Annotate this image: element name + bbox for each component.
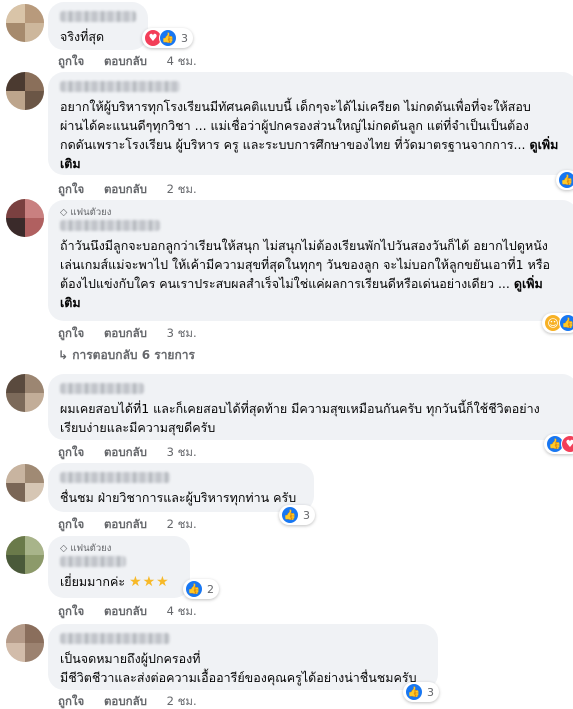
reply-button[interactable]: ตอบกลับ: [104, 444, 147, 460]
like-button[interactable]: ถูกใจ: [58, 444, 84, 460]
reply-button[interactable]: ตอบกลับ: [104, 325, 147, 341]
avatar[interactable]: [6, 4, 44, 42]
timestamp[interactable]: 4 ชม.: [167, 603, 197, 619]
reply-button[interactable]: ตอบกลับ: [104, 693, 147, 709]
reaction-summary[interactable]: 👍 2: [183, 579, 219, 599]
commenter-name[interactable]: [60, 472, 170, 483]
comment-text: จริงที่สุด: [60, 29, 105, 44]
comment-text: ชื่นชม ฝ่ายวิชาการและผู้บริหารทุกท่าน คร…: [60, 490, 297, 505]
comment-text: ถ้าวันนึงมีลูกจะบอกลูกว่าเรียนให้สนุก ไม…: [60, 238, 551, 291]
reaction-count: 3: [303, 508, 310, 522]
timestamp[interactable]: 2 ชม.: [167, 693, 197, 709]
timestamp[interactable]: 4 ชม.: [167, 53, 197, 69]
star-emoji-icon: ★★★: [129, 574, 170, 590]
diamond-icon: ◇: [60, 207, 68, 218]
reaction-count: 3: [181, 31, 188, 45]
avatar[interactable]: [6, 624, 44, 662]
avatar[interactable]: [6, 374, 44, 412]
comment-bubble: ผมเคยสอบได้ที่1 และก็เคยสอบได้ที่สุดท้าย…: [48, 374, 573, 440]
like-button[interactable]: ถูกใจ: [58, 603, 84, 619]
comment-bubble: เป็นจดหมายถึงผู้ปกครองที่ มีชีวิตชีวาและ…: [48, 624, 438, 690]
view-replies-link[interactable]: ↳ การตอบกลับ 6 รายการ: [58, 346, 195, 365]
reply-button[interactable]: ตอบกลับ: [104, 516, 147, 532]
like-icon: 👍: [185, 580, 203, 598]
comment-bubble: จริงที่สุด: [48, 2, 148, 50]
timestamp[interactable]: 3 ชม.: [167, 444, 197, 460]
commenter-name[interactable]: [60, 81, 180, 92]
like-button[interactable]: ถูกใจ: [58, 516, 84, 532]
comment-bubble: ◇ แฟนตัวยง เยี่ยมมากค่ะ ★★★: [48, 536, 190, 598]
reaction-summary[interactable]: 👍 ♥: [544, 434, 573, 454]
diamond-icon: ◇: [60, 543, 68, 554]
love-icon: ♥: [561, 435, 573, 453]
comment-actions: ถูกใจ ตอบกลับ 2 ชม.: [58, 181, 213, 197]
timestamp[interactable]: 2 ชม.: [167, 516, 197, 532]
commenter-name[interactable]: [60, 633, 170, 644]
reply-button[interactable]: ตอบกลับ: [104, 53, 147, 69]
comment-actions: ถูกใจ ตอบกลับ 4 ชม.: [58, 53, 213, 69]
like-button[interactable]: ถูกใจ: [58, 693, 84, 709]
reaction-summary[interactable]: ☺ 👍: [542, 313, 573, 333]
comment-text: เยี่ยมมากค่ะ: [60, 574, 126, 589]
reply-button[interactable]: ตอบกลับ: [104, 181, 147, 197]
reaction-summary[interactable]: 👍: [556, 170, 573, 190]
reaction-summary[interactable]: ♥ 👍 3: [142, 28, 193, 48]
like-icon: 👍: [159, 29, 177, 47]
comment-actions: ถูกใจ ตอบกลับ 2 ชม.: [58, 516, 213, 532]
commenter-name[interactable]: [60, 11, 136, 22]
avatar[interactable]: [6, 72, 44, 110]
comment-bubble: อยากให้ผู้บริหารทุกโรงเรียนมีทัศนคติแบบน…: [48, 72, 573, 175]
comment-actions: ถูกใจ ตอบกลับ 3 ชม.: [58, 325, 213, 341]
comment-bubble: ◇ แฟนตัวยง ถ้าวันนึงมีลูกจะบอกลูกว่าเรียน…: [48, 200, 573, 321]
comment-actions: ถูกใจ ตอบกลับ 3 ชม.: [58, 444, 213, 460]
comment-text: เป็นจดหมายถึงผู้ปกครองที่ มีชีวิตชีวาและ…: [60, 651, 417, 685]
reaction-summary[interactable]: 👍 3: [403, 682, 439, 702]
top-fan-badge: ◇ แฟนตัวยง: [60, 207, 112, 218]
comment-actions: ถูกใจ ตอบกลับ 4 ชม.: [58, 603, 213, 619]
like-button[interactable]: ถูกใจ: [58, 181, 84, 197]
reaction-summary[interactable]: 👍 3: [279, 505, 315, 525]
commenter-name[interactable]: [60, 220, 160, 231]
like-icon: 👍: [559, 314, 573, 332]
reply-button[interactable]: ตอบกลับ: [104, 603, 147, 619]
reply-arrow-icon: ↳: [58, 348, 73, 362]
avatar[interactable]: [6, 464, 44, 502]
reaction-count: 3: [427, 685, 434, 699]
top-fan-badge: ◇ แฟนตัวยง: [60, 543, 112, 554]
like-button[interactable]: ถูกใจ: [58, 53, 84, 69]
avatar[interactable]: [6, 199, 44, 237]
comment-bubble: ชื่นชม ฝ่ายวิชาการและผู้บริหารทุกท่าน คร…: [48, 463, 314, 512]
like-icon: 👍: [405, 683, 423, 701]
reaction-count: 2: [207, 582, 214, 596]
like-icon: 👍: [558, 171, 573, 189]
comment-text: อยากให้ผู้บริหารทุกโรงเรียนมีทัศนคติแบบน…: [60, 99, 531, 152]
timestamp[interactable]: 3 ชม.: [167, 325, 197, 341]
comment-actions: ถูกใจ ตอบกลับ 2 ชม.: [58, 693, 213, 709]
commenter-name[interactable]: [60, 383, 144, 394]
comment-text: ผมเคยสอบได้ที่1 และก็เคยสอบได้ที่สุดท้าย…: [60, 401, 540, 435]
commenter-name[interactable]: [60, 556, 126, 567]
like-button[interactable]: ถูกใจ: [58, 325, 84, 341]
avatar[interactable]: [6, 536, 44, 574]
like-icon: 👍: [281, 506, 299, 524]
timestamp[interactable]: 2 ชม.: [167, 181, 197, 197]
